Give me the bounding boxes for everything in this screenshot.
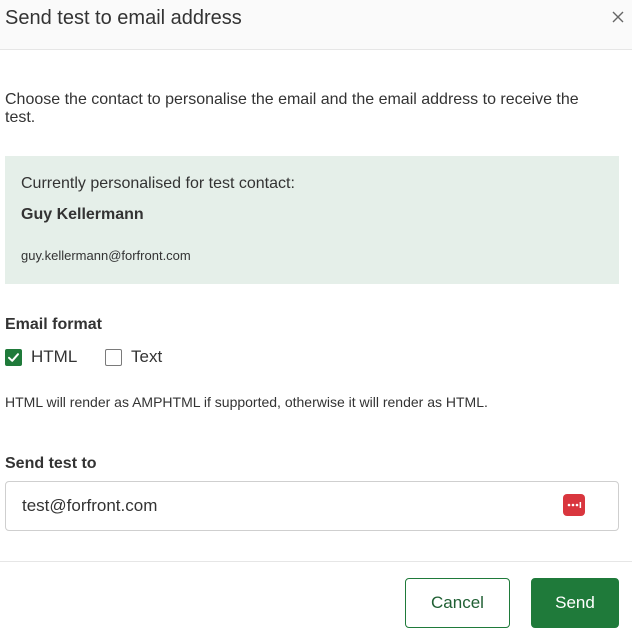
cancel-button[interactable]: Cancel xyxy=(405,578,510,628)
dialog-title: Send test to email address xyxy=(5,7,242,29)
text-option-label: Text xyxy=(131,347,163,366)
send-test-dialog: Send test to email address Choose the co… xyxy=(0,0,632,628)
contact-caption: Currently personalised for test contact: xyxy=(21,175,295,192)
close-icon xyxy=(612,11,624,23)
dialog-header: Send test to email address xyxy=(0,0,632,50)
html-option-label: HTML xyxy=(31,347,78,366)
contact-email: guy.kellermann@forfront.com xyxy=(21,248,191,263)
email-format-label: Email format xyxy=(5,316,102,333)
format-option-text[interactable]: Text xyxy=(105,346,162,368)
send-test-to-label: Send test to xyxy=(5,455,97,472)
password-manager-icon[interactable] xyxy=(563,494,585,516)
password-dots-glyph xyxy=(567,502,582,508)
checkmark-icon xyxy=(8,352,19,362)
html-checkbox[interactable] xyxy=(5,348,22,366)
send-button[interactable]: Send xyxy=(531,578,619,628)
test-contact-panel: Currently personalised for test contact:… xyxy=(5,156,619,284)
format-note: HTML will render as AMPHTML if supported… xyxy=(5,394,488,410)
send-test-to-input[interactable] xyxy=(6,482,566,530)
send-test-to-field xyxy=(5,481,619,531)
close-button[interactable] xyxy=(604,3,632,31)
intro-text: Choose the contact to personalise the em… xyxy=(5,91,579,126)
format-option-html[interactable]: HTML xyxy=(5,346,77,368)
text-checkbox[interactable] xyxy=(105,348,122,366)
footer-divider xyxy=(0,561,632,562)
contact-name: Guy Kellermann xyxy=(21,206,144,223)
